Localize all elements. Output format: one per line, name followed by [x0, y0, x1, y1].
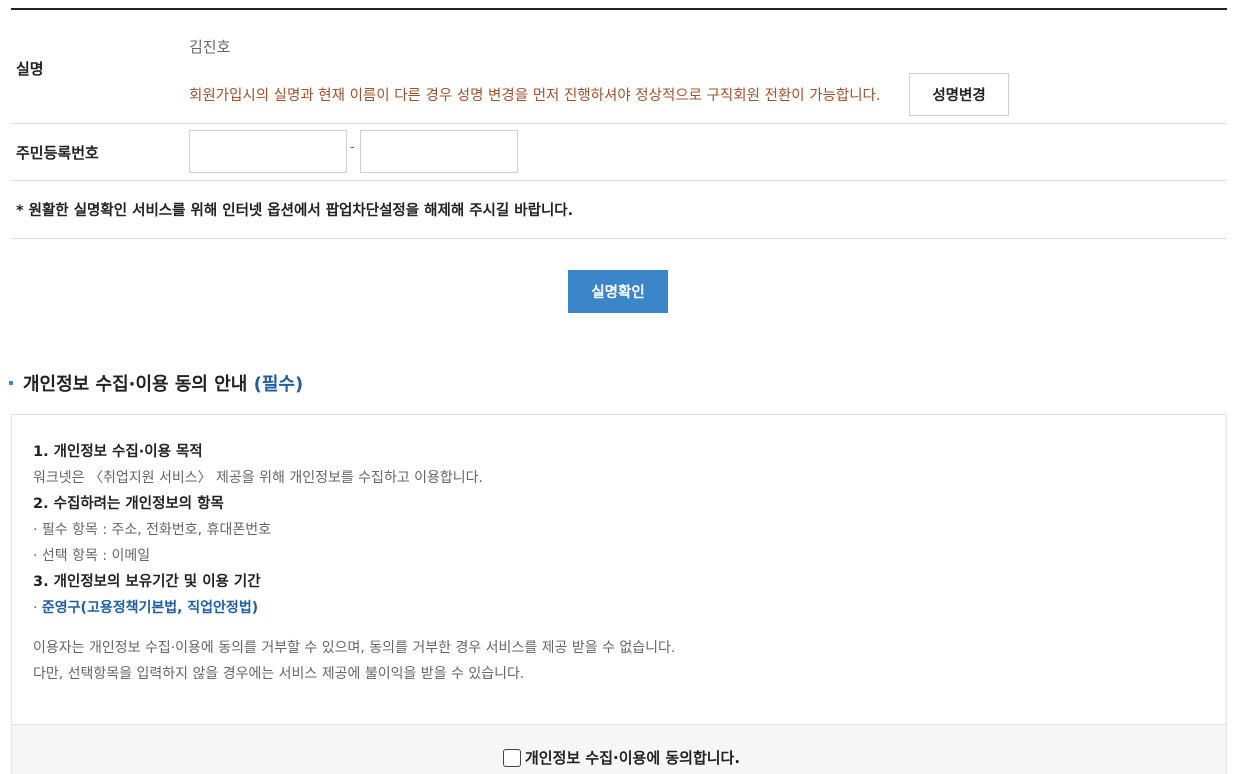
- consent-heading-retention: 3. 개인정보의 보유기간 및 이용 기간: [33, 574, 261, 590]
- consent-optional-note: 다만, 선택항목을 입력하지 않을 경우에는 서비스 제공에 불이익을 받을 수…: [33, 666, 525, 682]
- resident-number-separator: -: [350, 140, 355, 155]
- name-change-warning: 회원가입시의 실명과 현재 이름이 다른 경우 성명 변경을 먼저 진행하셔야 …: [189, 88, 881, 104]
- consent-heading-purpose: 1. 개인정보 수집·이용 목적: [33, 444, 203, 460]
- resident-number-second-input[interactable]: [360, 130, 518, 173]
- real-name-label: 실명: [16, 60, 44, 78]
- verify-real-name-button[interactable]: 실명확인: [568, 270, 668, 313]
- popup-notice-row: * 원활한 실명확인 서비스를 위해 인터넷 옵션에서 팝업차단설정을 해제해 …: [11, 181, 1227, 239]
- change-name-button[interactable]: 성명변경: [909, 73, 1009, 116]
- real-name-value: 김진호: [189, 38, 231, 56]
- consent-required-items: · 필수 항목 : 주소, 전화번호, 휴대폰번호: [33, 522, 271, 538]
- consent-purpose-text: 워크넷은 〈취업지원 서비스〉 제공을 위해 개인정보를 수집하고 이용합니다.: [33, 470, 483, 486]
- square-bullet-icon: [9, 381, 13, 385]
- consent-optional-items: · 선택 항목 : 이메일: [33, 548, 151, 564]
- consent-heading-items: 2. 수집하려는 개인정보의 항목: [33, 496, 224, 512]
- required-marker: (필수): [253, 374, 304, 395]
- consent-agree-bar: 개인정보 수집·이용에 동의합니다.: [12, 724, 1226, 774]
- resident-number-label: 주민등록번호: [16, 144, 99, 162]
- privacy-section-title-text: 개인정보 수집·이용 동의 안내: [23, 374, 248, 395]
- consent-agree-text: 개인정보 수집·이용에 동의합니다.: [525, 749, 741, 767]
- resident-number-row: 주민등록번호 -: [11, 124, 1227, 181]
- consent-refusal-note: 이용자는 개인정보 수집·이용에 동의를 거부할 수 있으며, 동의를 거부한 …: [33, 640, 676, 656]
- privacy-section-title: 개인정보 수집·이용 동의 안내 (필수): [9, 370, 303, 396]
- popup-blocker-notice: * 원활한 실명확인 서비스를 위해 인터넷 옵션에서 팝업차단설정을 해제해 …: [16, 203, 574, 219]
- resident-number-first-input[interactable]: [189, 130, 347, 173]
- consent-agree-checkbox[interactable]: [503, 748, 521, 767]
- real-name-row: 실명 김진호 회원가입시의 실명과 현재 이름이 다른 경우 성명 변경을 먼저…: [11, 10, 1227, 124]
- privacy-consent-box: 1. 개인정보 수집·이용 목적 워크넷은 〈취업지원 서비스〉 제공을 위해 …: [11, 414, 1227, 774]
- consent-body: 1. 개인정보 수집·이용 목적 워크넷은 〈취업지원 서비스〉 제공을 위해 …: [33, 439, 675, 687]
- consent-agree-checkbox-label[interactable]: 개인정보 수집·이용에 동의합니다.: [503, 747, 740, 768]
- consent-retention-line: · 준영구(고용정책기본법, 직업안정법): [33, 595, 675, 621]
- consent-retention-period: 준영구(고용정책기본법, 직업안정법): [41, 600, 259, 616]
- consent-retention-prefix: ·: [33, 600, 42, 616]
